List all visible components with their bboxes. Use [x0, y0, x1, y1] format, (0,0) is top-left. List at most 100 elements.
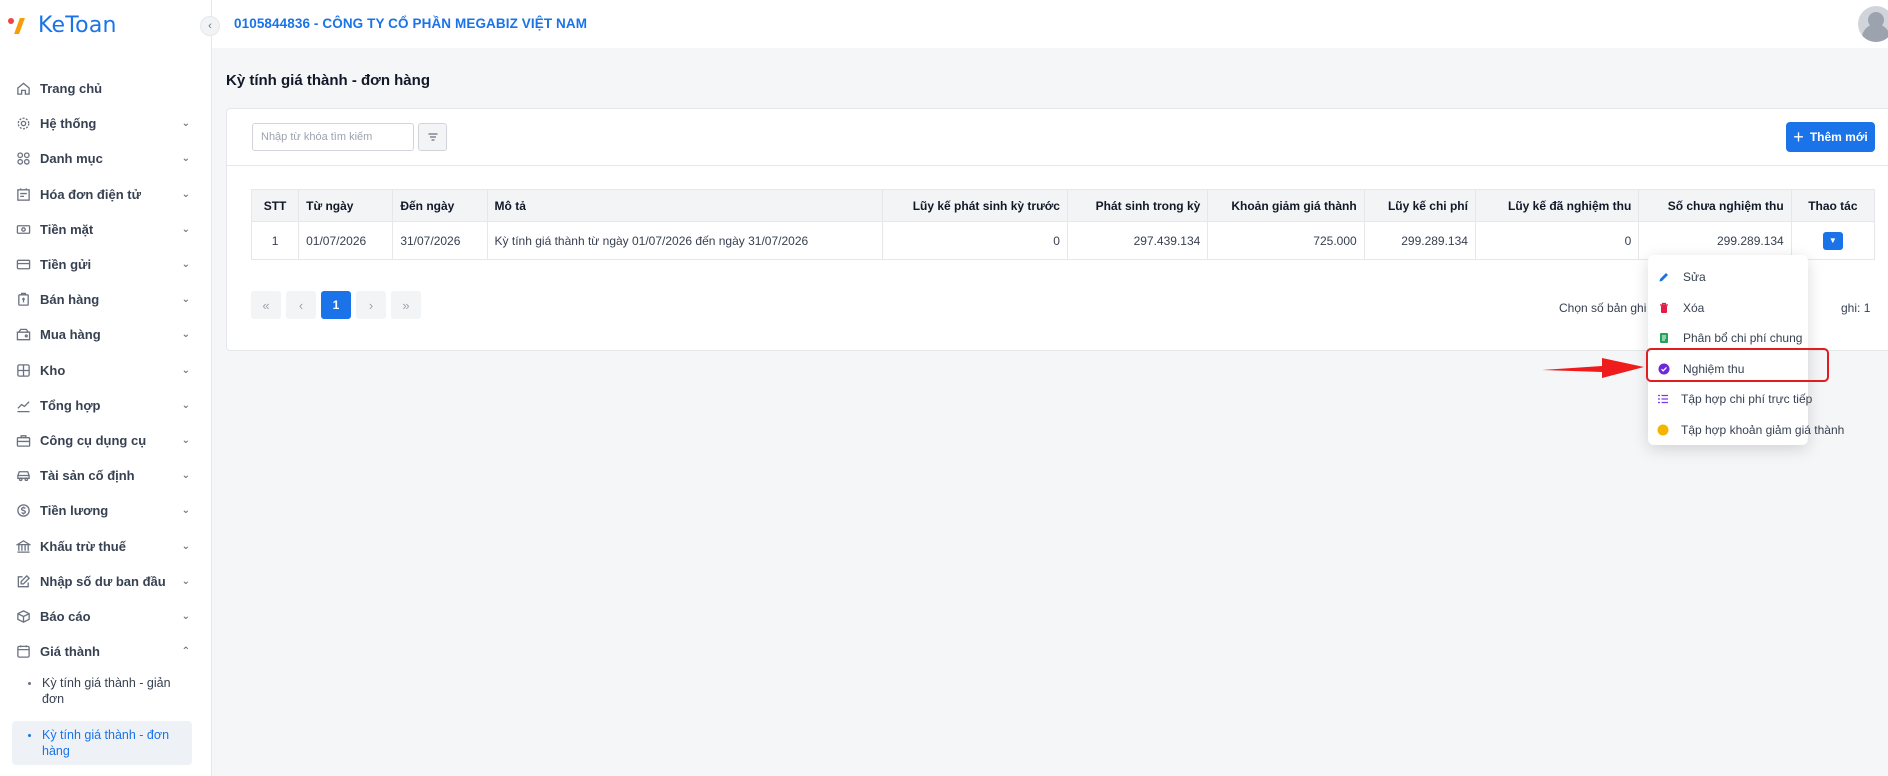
sale-icon	[15, 291, 32, 308]
col-stt: STT	[250, 189, 300, 222]
sidebar-item-tien-gui[interactable]: Tiền gửi ⌄	[0, 247, 212, 282]
caret-down-icon: ▼	[1828, 236, 1837, 245]
purchase-icon	[15, 326, 32, 343]
cell-khoan-giam-gia-thanh: 725.000	[1207, 221, 1365, 260]
sidebar-item-hoa-don-dien-tu[interactable]: Hóa đơn điện tử ⌄	[0, 177, 212, 212]
car-icon	[15, 467, 32, 484]
chevron-down-icon: ⌄	[181, 399, 190, 411]
sidebar-item-trang-chu[interactable]: Trang chủ	[0, 71, 212, 106]
col-so-chua-nghiem-thu: Số chưa nghiệm thu	[1638, 189, 1792, 222]
sidebar-nav: Trang chủ Hệ thống ⌄ Danh mục ⌄ Hóa đơn …	[0, 71, 212, 766]
filter-button[interactable]	[418, 123, 447, 151]
add-new-label: Thêm mới	[1809, 130, 1868, 144]
menu-item-xoa[interactable]: Xóa	[1648, 293, 1808, 324]
sidebar-item-tai-san-co-dinh[interactable]: Tài sản cố định ⌄	[0, 458, 212, 493]
sidebar-item-tien-mat[interactable]: Tiền mặt ⌄	[0, 212, 212, 247]
cell-den-ngay: 31/07/2026	[392, 221, 488, 260]
cell-luy-ke-chi-phi: 299.289.134	[1363, 221, 1476, 260]
chevron-down-icon: ⌄	[181, 470, 190, 482]
warehouse-icon	[15, 362, 32, 379]
chevron-down-icon: ⌄	[181, 223, 190, 235]
grid-icon	[15, 150, 32, 167]
trash-icon	[1657, 301, 1671, 315]
row-actions-button[interactable]: ▼	[1822, 231, 1843, 250]
cell-tu-ngay: 01/07/2026	[298, 221, 394, 260]
sidebar-item-mua-hang[interactable]: Mua hàng ⌄	[0, 317, 212, 352]
report-icon	[15, 608, 32, 625]
salary-icon	[15, 502, 32, 519]
tool-icon	[15, 432, 32, 449]
next-page-button[interactable]: ›	[356, 291, 386, 319]
chevron-up-icon: ⌃	[181, 646, 190, 658]
sidebar-subitem-gian-don[interactable]: Kỳ tính giá thành - giản đơn	[12, 669, 192, 713]
first-page-button[interactable]: «	[251, 291, 281, 319]
invoice-icon	[15, 186, 32, 203]
chevron-down-icon: ⌄	[181, 259, 190, 271]
sidebar-item-he-thong[interactable]: Hệ thống ⌄	[0, 106, 212, 141]
gear-icon	[15, 115, 32, 132]
chevron-down-icon: ⌄	[181, 434, 190, 446]
add-new-button[interactable]: + Thêm mới	[1786, 122, 1875, 152]
sidebar-item-danh-muc[interactable]: Danh mục ⌄	[0, 141, 212, 176]
cell-thao-tac: ▼	[1790, 221, 1876, 260]
sidebar-item-bao-cao[interactable]: Báo cáo ⌄	[0, 599, 212, 634]
sidebar: KeToan Trang chủ Hệ thống ⌄ Danh mục ⌄ H…	[0, 0, 212, 776]
page-size-label[interactable]: Chọn số bản ghi	[1559, 301, 1646, 315]
main-card: + Thêm mới STT Từ ngày Đến ngày Mô tả Lũ…	[226, 108, 1888, 351]
sidebar-item-kho[interactable]: Kho ⌄	[0, 353, 212, 388]
coin-icon	[1657, 423, 1669, 437]
chevron-down-icon: ⌄	[181, 329, 190, 341]
menu-item-tap-hop-khoan-giam-gia-thanh[interactable]: Tập hợp khoản giảm giá thành	[1648, 415, 1844, 446]
cost-icon	[15, 643, 32, 660]
record-count-value: 1	[1863, 301, 1871, 315]
menu-item-tap-hop-chi-phi-truc-tiep[interactable]: Tập hợp chi phí trực tiếp	[1648, 384, 1812, 415]
col-luy-ke-phat-sinh-ky-truoc: Lũy kế phát sinh kỳ trước	[881, 189, 1068, 222]
cell-luy-ke-da-nghiem-thu: 0	[1474, 221, 1640, 260]
sidebar-item-khau-tru-thue[interactable]: Khấu trừ thuế ⌄	[0, 528, 212, 563]
col-luy-ke-da-nghiem-thu: Lũy kế đã nghiệm thu	[1474, 189, 1640, 222]
chevron-down-icon: ⌄	[181, 540, 190, 552]
record-count-label: ghi:	[1841, 301, 1861, 315]
cell-stt: 1	[250, 221, 300, 260]
app-logo[interactable]: KeToan	[8, 10, 117, 40]
col-luy-ke-chi-phi: Lũy kế chi phí	[1363, 189, 1476, 222]
data-table: STT Từ ngày Đến ngày Mô tả Lũy kế phát s…	[250, 189, 1876, 260]
sidebar-item-tien-luong[interactable]: Tiền lương ⌄	[0, 493, 212, 528]
highlight-box	[1646, 348, 1829, 382]
sidebar-item-cong-cu-dung-cu[interactable]: Công cụ dụng cụ ⌄	[0, 423, 212, 458]
avatar[interactable]	[1858, 6, 1888, 42]
company-name[interactable]: 0105844836 - CÔNG TY CỔ PHẦN MEGABIZ VIỆ…	[234, 16, 587, 31]
col-mo-ta: Mô tả	[486, 189, 883, 222]
sidebar-item-tong-hop[interactable]: Tổng hợp ⌄	[0, 388, 212, 423]
col-phat-sinh-trong-ky: Phát sinh trong kỳ	[1066, 189, 1209, 222]
menu-item-sua[interactable]: Sửa	[1648, 262, 1808, 293]
pencil-icon	[1657, 270, 1671, 284]
collapse-sidebar-button[interactable]: ‹	[200, 16, 220, 36]
table-row[interactable]: 1 01/07/2026 31/07/2026 Kỳ tính giá thàn…	[250, 221, 1876, 260]
chevron-down-icon: ⌄	[181, 188, 190, 200]
prev-page-button[interactable]: ‹	[286, 291, 316, 319]
top-header: 0105844836 - CÔNG TY CỔ PHẦN MEGABIZ VIỆ…	[212, 0, 1888, 48]
page-1-button[interactable]: 1	[321, 291, 351, 319]
chevron-down-icon: ⌄	[181, 118, 190, 130]
search-input[interactable]	[252, 123, 414, 151]
chevron-down-icon: ⌄	[181, 153, 190, 165]
card-icon	[15, 256, 32, 273]
filter-icon	[428, 133, 437, 141]
sidebar-item-ban-hang[interactable]: Bán hàng ⌄	[0, 282, 212, 317]
cell-so-chua-nghiem-thu: 299.289.134	[1638, 221, 1792, 260]
last-page-button[interactable]: »	[391, 291, 421, 319]
chevron-down-icon: ⌄	[181, 294, 190, 306]
cell-phat-sinh-trong-ky: 297.439.134	[1066, 221, 1209, 260]
pagination: « ‹ 1 › »	[251, 291, 421, 319]
tax-icon	[15, 538, 32, 555]
sidebar-subitem-don-hang[interactable]: Kỳ tính giá thành - đơn hàng	[12, 721, 192, 766]
cell-mo-ta: Kỳ tính giá thành từ ngày 01/07/2026 đến…	[486, 221, 883, 260]
sidebar-item-gia-thanh[interactable]: Giá thành ⌃	[0, 634, 212, 669]
chevron-down-icon: ⌄	[181, 575, 190, 587]
cell-luy-ke-phat-sinh-ky-truoc: 0	[881, 221, 1068, 260]
col-thao-tac: Thao tác	[1790, 189, 1876, 222]
table-header-row: STT Từ ngày Đến ngày Mô tả Lũy kế phát s…	[250, 189, 1876, 222]
sidebar-item-nhap-so-du-ban-dau[interactable]: Nhập số dư ban đầu ⌄	[0, 564, 212, 599]
red-arrow-icon	[1542, 358, 1644, 378]
